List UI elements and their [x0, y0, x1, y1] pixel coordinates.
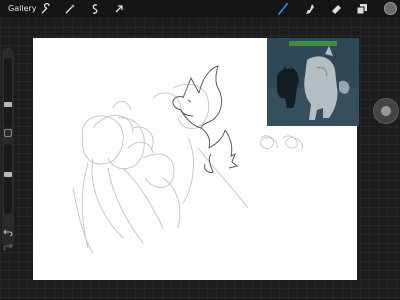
rough-sketch-lines — [72, 83, 249, 254]
brush-opacity-thumb[interactable] — [4, 172, 12, 177]
layers-icon[interactable] — [356, 3, 368, 15]
undo-icon[interactable] — [3, 222, 13, 237]
left-sidebar — [2, 48, 14, 251]
quick-menu-button[interactable] — [373, 98, 399, 124]
brush-size-slider[interactable] — [4, 58, 12, 128]
redo-icon[interactable] — [3, 236, 13, 251]
brush-icon[interactable] — [277, 3, 289, 15]
wrench-icon[interactable] — [40, 3, 52, 15]
smudge-icon[interactable] — [303, 3, 315, 15]
eraser-icon[interactable] — [330, 3, 342, 15]
selection-icon[interactable] — [89, 3, 101, 15]
brush-size-thumb[interactable] — [4, 102, 12, 107]
color-picker-button[interactable] — [384, 2, 397, 15]
top-toolbar: Gallery — [0, 0, 400, 18]
gallery-button[interactable]: Gallery — [8, 3, 37, 15]
magic-wand-icon[interactable] — [64, 3, 76, 15]
scribble-notes — [260, 135, 303, 151]
brush-opacity-slider[interactable] — [4, 144, 12, 214]
reference-image[interactable] — [267, 38, 359, 126]
reference-illustration — [267, 38, 359, 126]
reference-caption — [289, 41, 337, 46]
arrow-cursor-icon[interactable] — [113, 3, 125, 15]
modify-button[interactable] — [4, 129, 12, 137]
